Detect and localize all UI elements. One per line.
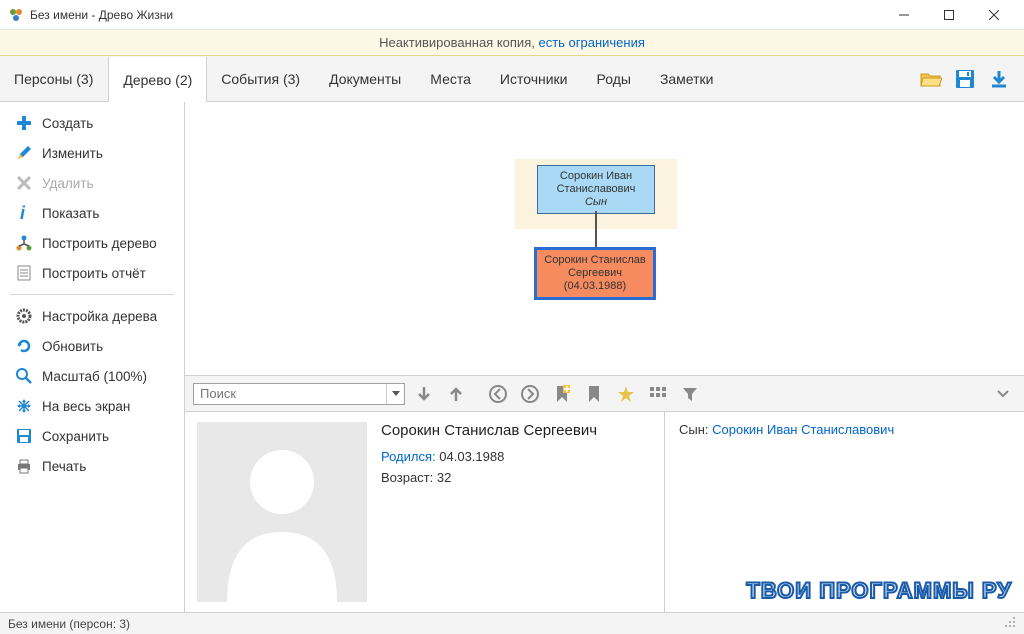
tabs-row: Персоны (3) Дерево (2) События (3) Докум… <box>0 56 1024 102</box>
sidebar-item-create[interactable]: Создать <box>0 108 184 138</box>
close-button[interactable] <box>971 0 1016 30</box>
sidebar: Создать Изменить Удалить i Показать Пост… <box>0 102 185 612</box>
sidebar-item-fullscreen[interactable]: На весь экран <box>0 391 184 421</box>
arrow-down-icon[interactable] <box>411 381 437 407</box>
gear-icon <box>14 306 34 326</box>
sidebar-item-label: Создать <box>42 116 93 131</box>
tab-documents[interactable]: Документы <box>315 56 416 101</box>
sidebar-item-show[interactable]: i Показать <box>0 198 184 228</box>
bookmark-icon[interactable] <box>581 381 607 407</box>
tree-node-date: (04.03.1988) <box>543 280 647 293</box>
save-icon <box>14 426 34 446</box>
tree-node-name1: Сорокин Иван <box>544 170 648 183</box>
person-name: Сорокин Станислав Сергеевич <box>381 422 597 439</box>
age-label: Возраст: <box>381 470 433 485</box>
age-value: 32 <box>437 470 451 485</box>
tree-node-selected[interactable]: Сорокин Станислав Сергеевич (04.03.1988) <box>534 247 656 300</box>
tab-tree[interactable]: Дерево (2) <box>108 57 207 102</box>
save-icon[interactable] <box>948 62 982 96</box>
back-icon[interactable] <box>485 381 511 407</box>
search-input[interactable] <box>194 386 386 401</box>
open-folder-icon[interactable] <box>914 62 948 96</box>
tree-connector <box>595 211 597 247</box>
tool-row <box>185 376 1024 412</box>
bookmark-add-icon[interactable] <box>549 381 575 407</box>
titlebar: Без имени - Древо Жизни <box>0 0 1024 30</box>
avatar-placeholder <box>197 422 367 602</box>
doc-icon <box>14 263 34 283</box>
notice-link[interactable]: есть ограничения <box>538 35 644 50</box>
tab-notes[interactable]: Заметки <box>646 56 729 101</box>
sidebar-item-edit[interactable]: Изменить <box>0 138 184 168</box>
sidebar-item-build-report[interactable]: Построить отчёт <box>0 258 184 288</box>
plus-icon <box>14 113 34 133</box>
tree-canvas[interactable]: Сорокин Иван Станиславович Сын Сорокин С… <box>185 102 1024 376</box>
download-icon[interactable] <box>982 62 1016 96</box>
pencil-icon <box>14 143 34 163</box>
sidebar-item-delete: Удалить <box>0 168 184 198</box>
sidebar-item-label: Масштаб (100%) <box>42 369 147 384</box>
sidebar-item-label: Обновить <box>42 339 103 354</box>
tree-node-name2: Станиславович <box>544 183 648 196</box>
sidebar-item-label: На весь экран <box>42 399 130 414</box>
tree-node-parent[interactable]: Сорокин Иван Станиславович Сын <box>537 165 655 214</box>
born-label: Родился: <box>381 449 436 464</box>
app-icon <box>8 7 24 23</box>
svg-text:i: i <box>20 204 26 222</box>
window-title: Без имени - Древо Жизни <box>30 8 881 22</box>
tab-sources[interactable]: Источники <box>486 56 583 101</box>
sidebar-item-refresh[interactable]: Обновить <box>0 331 184 361</box>
tree-icon <box>14 233 34 253</box>
notice-text: Неактивированная копия, <box>379 35 538 50</box>
print-icon <box>14 456 34 476</box>
status-text: Без имени (персон: 3) <box>8 617 130 631</box>
sidebar-item-print[interactable]: Печать <box>0 451 184 481</box>
tab-persons[interactable]: Персоны (3) <box>0 56 108 101</box>
sidebar-item-label: Настройка дерева <box>42 309 157 324</box>
watermark: ТВОИ ПРОГРАММЫ РУ <box>746 578 1012 604</box>
sidebar-separator <box>10 294 174 295</box>
search-dropdown[interactable] <box>386 384 404 404</box>
sidebar-item-label: Изменить <box>42 146 103 161</box>
born-value: 04.03.1988 <box>439 449 504 464</box>
info-icon: i <box>14 203 34 223</box>
sidebar-item-save[interactable]: Сохранить <box>0 421 184 451</box>
sidebar-item-label: Показать <box>42 206 99 221</box>
sidebar-item-label: Удалить <box>42 176 94 191</box>
grid-icon[interactable] <box>645 381 671 407</box>
relation-label: Сын: <box>679 422 709 437</box>
tree-node-name2: Сергеевич <box>543 267 647 280</box>
sidebar-item-label: Построить дерево <box>42 236 157 251</box>
content-area: Сорокин Иван Станиславович Сын Сорокин С… <box>185 102 1024 612</box>
sidebar-item-tree-settings[interactable]: Настройка дерева <box>0 301 184 331</box>
chevron-down-icon[interactable] <box>990 381 1016 407</box>
tree-node-relation: Сын <box>544 196 648 209</box>
x-icon <box>14 173 34 193</box>
tree-node-name1: Сорокин Станислав <box>543 254 647 267</box>
sidebar-item-label: Сохранить <box>42 429 109 444</box>
filter-icon[interactable] <box>677 381 703 407</box>
sidebar-item-zoom[interactable]: Масштаб (100%) <box>0 361 184 391</box>
tab-clans[interactable]: Роды <box>583 56 646 101</box>
relation-link[interactable]: Сорокин Иван Станиславович <box>712 422 894 437</box>
expand-icon <box>14 396 34 416</box>
tab-events[interactable]: События (3) <box>207 56 315 101</box>
arrow-up-icon[interactable] <box>443 381 469 407</box>
maximize-button[interactable] <box>926 0 971 30</box>
refresh-icon <box>14 336 34 356</box>
search-box[interactable] <box>193 383 405 405</box>
resize-grip[interactable] <box>1004 616 1016 631</box>
activation-notice: Неактивированная копия, есть ограничения <box>0 30 1024 56</box>
detail-left: Сорокин Станислав Сергеевич Родился: 04.… <box>185 412 665 612</box>
zoom-icon <box>14 366 34 386</box>
star-icon[interactable] <box>613 381 639 407</box>
minimize-button[interactable] <box>881 0 926 30</box>
sidebar-item-build-tree[interactable]: Построить дерево <box>0 228 184 258</box>
sidebar-item-label: Печать <box>42 459 86 474</box>
forward-icon[interactable] <box>517 381 543 407</box>
statusbar: Без имени (персон: 3) <box>0 612 1024 634</box>
tab-places[interactable]: Места <box>416 56 486 101</box>
sidebar-item-label: Построить отчёт <box>42 266 146 281</box>
